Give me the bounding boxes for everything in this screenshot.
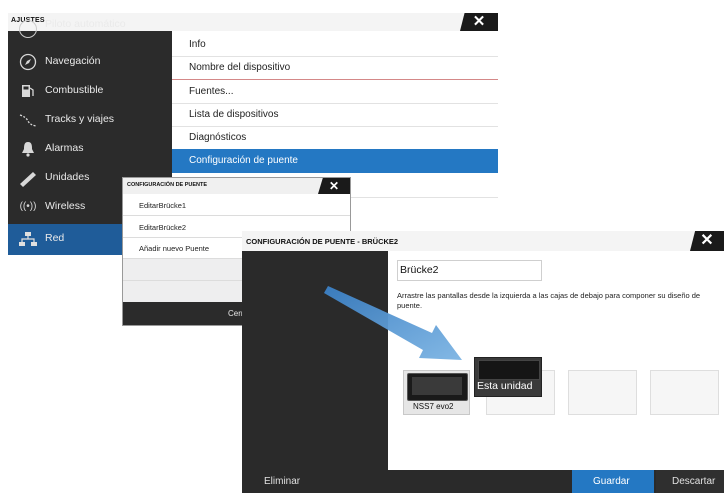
puente-titlebar: CONFIGURACIÓN DE PUENTE xyxy=(123,178,350,194)
eliminar-button[interactable]: Eliminar xyxy=(242,470,324,493)
config-footer: Eliminar Guardar Descartar xyxy=(242,470,724,493)
close-icon: ✕ xyxy=(328,179,340,193)
descartar-button[interactable]: Descartar xyxy=(656,470,724,493)
sidebar-item-label: Alarmas xyxy=(45,142,84,154)
drop-slot[interactable] xyxy=(650,370,719,415)
guardar-button[interactable]: Guardar xyxy=(572,470,654,493)
settings-close-button[interactable]: ✕ xyxy=(460,13,498,31)
close-icon: ✕ xyxy=(700,232,714,249)
sidebar-item-label: Navegación xyxy=(45,55,101,67)
autopilot-icon xyxy=(19,20,37,38)
menu-item-label: Lista de dispositivos xyxy=(189,109,279,120)
drag-arrow-icon xyxy=(324,286,462,360)
dragged-unit-card[interactable]: Esta unidad xyxy=(474,357,542,397)
config-titlebar: CONFIGURACIÓN DE PUENTE - BRÜCKE2 xyxy=(242,231,724,251)
display-unit-icon xyxy=(478,360,540,380)
compass-icon xyxy=(18,53,38,71)
menu-item-lista-dispositivos[interactable]: Lista de dispositivos xyxy=(172,103,498,127)
network-icon xyxy=(18,230,38,247)
bridge-name-field[interactable]: Brücke2 xyxy=(397,260,542,281)
menu-item-nombre-dispositivo[interactable]: Nombre del dispositivo xyxy=(172,56,498,80)
eliminar-label: Eliminar xyxy=(264,476,301,487)
puente-item-label: EditarBrücke1 xyxy=(139,201,187,210)
puente-item-label: EditarBrücke2 xyxy=(139,223,187,232)
bell-icon xyxy=(18,140,38,157)
sidebar-item-label: Combustible xyxy=(45,84,104,96)
sidebar-item-label: Red xyxy=(45,232,65,244)
menu-item-diagnosticos[interactable]: Diagnósticos xyxy=(172,126,498,150)
config-close-button[interactable]: ✕ xyxy=(690,231,724,251)
sidebar-item-alarmas[interactable]: Alarmas xyxy=(8,134,172,163)
puente-title: CONFIGURACIÓN DE PUENTE xyxy=(127,182,208,188)
puente-item-editar-brucke1[interactable]: EditarBrücke1 xyxy=(123,194,350,216)
tracks-icon xyxy=(18,111,38,128)
menu-item-label: Nombre del dispositivo xyxy=(189,62,291,73)
sidebar-item-tracks[interactable]: Tracks y viajes xyxy=(8,105,172,134)
close-icon: ✕ xyxy=(472,13,486,30)
drag-label: Esta unidad xyxy=(477,380,533,392)
sidebar-item-label: Tracks y viajes xyxy=(45,113,115,125)
fuel-pump-icon xyxy=(18,82,38,99)
device-slot-nss7[interactable]: NSS7 evo2 xyxy=(403,370,470,415)
config-dialog: CONFIGURACIÓN DE PUENTE - BRÜCKE2 ✕ Brüc… xyxy=(242,231,724,493)
wireless-icon: ((•)) xyxy=(19,201,37,212)
descartar-label: Descartar xyxy=(672,476,716,487)
sidebar-item-label: Unidades xyxy=(45,171,90,183)
menu-item-fuentes[interactable]: Fuentes... xyxy=(172,80,498,104)
menu-item-label: Diagnósticos xyxy=(189,132,247,143)
menu-item-label: Configuración de puente xyxy=(189,155,298,166)
puente-close-button[interactable]: ✕ xyxy=(318,178,350,194)
sidebar-item-label: Piloto automático xyxy=(45,18,126,30)
display-unit-icon xyxy=(407,373,468,401)
menu-item-label: Fuentes... xyxy=(189,86,234,97)
ruler-icon xyxy=(18,169,38,187)
sidebar-item-combustible[interactable]: Combustible xyxy=(8,76,172,105)
menu-item-label: Info xyxy=(189,39,206,50)
sidebar-item-autopilot[interactable]: Piloto automático xyxy=(8,18,172,38)
puente-item-label: Añadir nuevo Puente xyxy=(139,244,210,253)
sidebar-item-label: Wireless xyxy=(45,200,86,212)
drop-slot[interactable] xyxy=(568,370,637,415)
sidebar-item-navegacion[interactable]: Navegación xyxy=(8,47,172,76)
config-title: CONFIGURACIÓN DE PUENTE - BRÜCKE2 xyxy=(246,237,399,246)
guardar-label: Guardar xyxy=(593,476,630,487)
menu-item-info[interactable]: Info xyxy=(172,33,498,57)
menu-item-configuracion-puente[interactable]: Configuración de puente xyxy=(172,149,498,173)
device-label: NSS7 evo2 xyxy=(413,402,454,411)
